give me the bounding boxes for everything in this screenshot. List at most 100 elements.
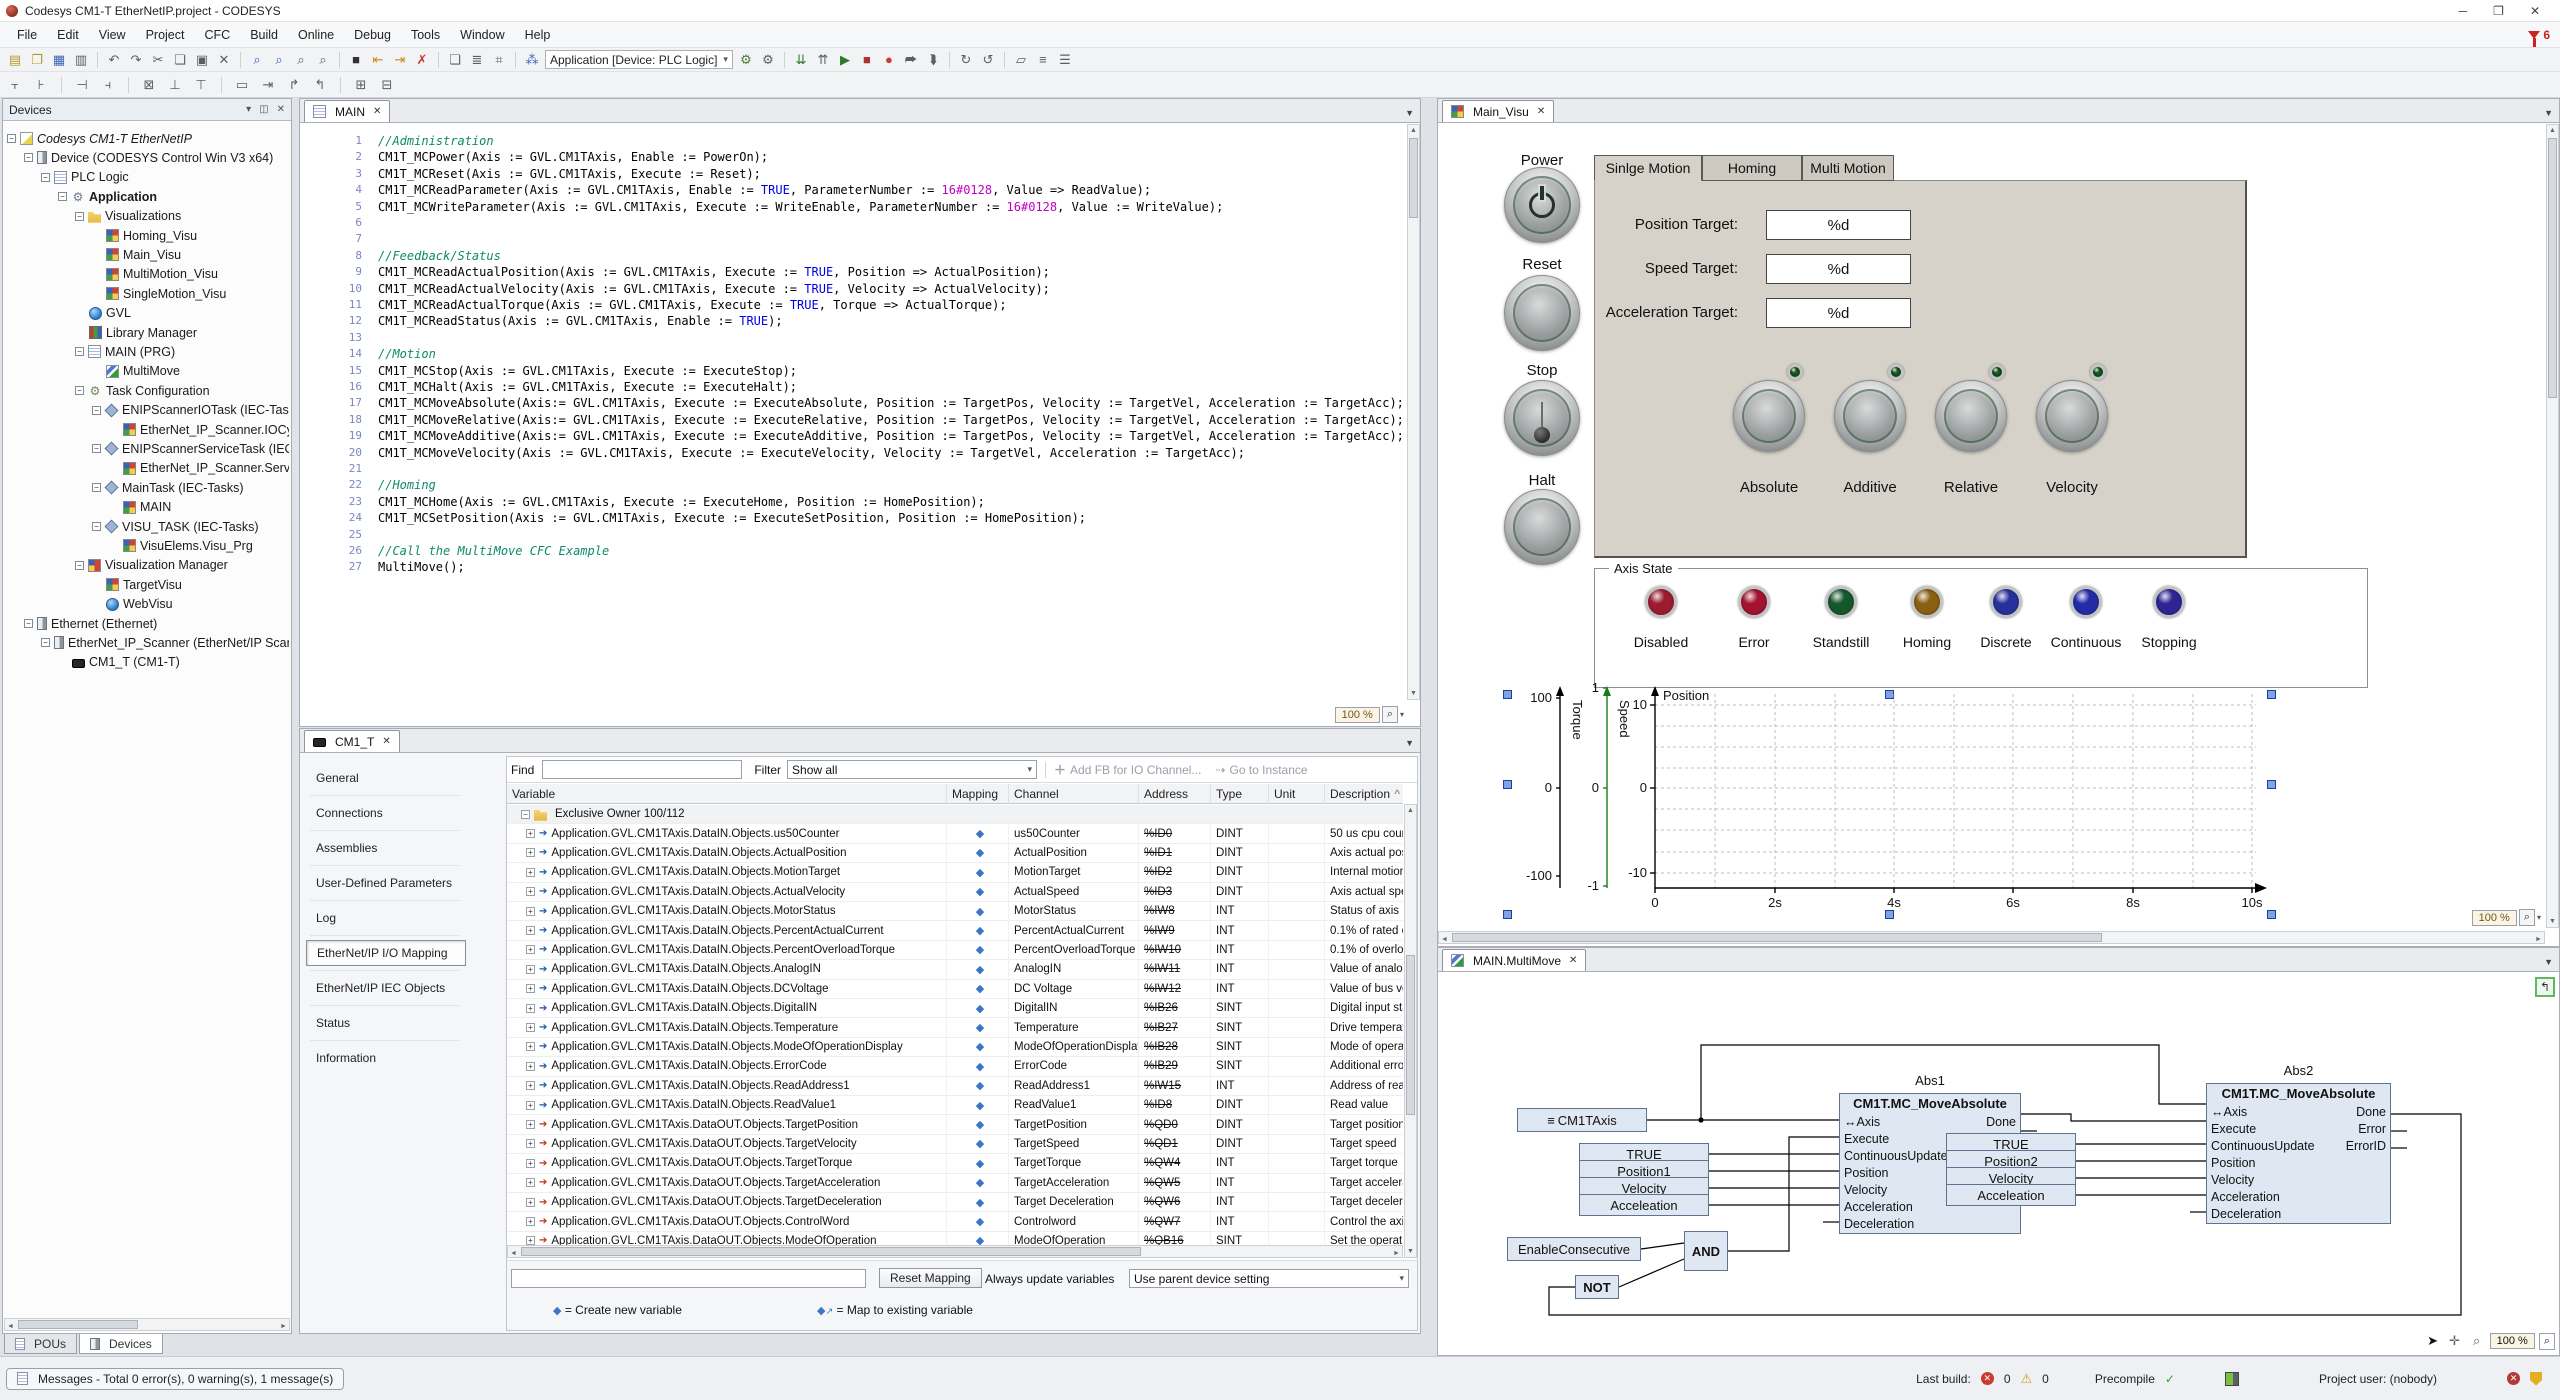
visu-v-scrollbar[interactable]: ▲ ▼ (2546, 124, 2559, 928)
find-all-icon[interactable]: ⌕ (292, 52, 310, 68)
menu-online[interactable]: Online (289, 24, 343, 46)
tree-item-codesys-cm1-t-ethernetip[interactable]: −Codesys CM1-T EtherNetIP (3, 129, 289, 148)
sidebar-tab-assemblies[interactable]: Assemblies (306, 835, 466, 861)
pin-abs2-error[interactable]: Error (2358, 1122, 2386, 1136)
tab-main-visu[interactable]: Main_Visu ✕ (1442, 100, 1554, 122)
sidebar-tab-status[interactable]: Status (306, 1010, 466, 1036)
visu-zoom-control[interactable]: 100 %⌕▾ (2472, 909, 2541, 926)
menu-tools[interactable]: Tools (402, 24, 449, 46)
cfc-block-abs2[interactable]: CM1T.MC_MoveAbsolute↔AxisExecuteContinuo… (2206, 1083, 2391, 1224)
additive-move-button[interactable] (1834, 380, 1906, 452)
cfc-instance-name-abs1[interactable]: Abs1 (1839, 1073, 2021, 1088)
tree-item-ethernet-ip-scanner-ethernet-ip-scanner[interactable]: −EtherNet_IP_Scanner (EtherNet/IP Scanne… (3, 633, 289, 652)
devices-h-scrollbar[interactable]: ◄ ► (4, 1318, 290, 1331)
dock-tab-devices[interactable]: Devices (79, 1334, 163, 1354)
collapse-icon[interactable]: ≡ (1034, 52, 1052, 67)
tree-item-ethernet-ip-scanner-servicecycle[interactable]: EtherNet_IP_Scanner.ServiceCycle (3, 459, 289, 478)
column-header-mapping[interactable]: Mapping (947, 784, 1009, 804)
tab-cm1t[interactable]: CM1_T ✕ (304, 730, 400, 752)
io-mapping-table[interactable]: VariableMappingChannelAddressTypeUnitDes… (507, 784, 1403, 1258)
pin-abs2-continuousupdate[interactable]: ContinuousUpdate (2211, 1139, 2315, 1153)
en-eno-icon[interactable]: ⊞ (352, 77, 370, 93)
redo-icon[interactable]: ↷ (127, 52, 145, 68)
tree-item-homing-visu[interactable]: Homing_Visu (3, 226, 289, 245)
pin-abs2-axis[interactable]: ↔Axis (2211, 1105, 2247, 1119)
filter-dropdown[interactable]: Show all▾ (787, 760, 1037, 779)
sidebar-tab-information[interactable]: Information (306, 1045, 466, 1071)
menu-window[interactable]: Window (451, 24, 513, 46)
motion-tab-multi-motion[interactable]: Multi Motion (1802, 155, 1894, 181)
filter-notification-icon[interactable] (2528, 31, 2540, 39)
devices-panel-header[interactable]: Devices ▾◫✕ (3, 99, 291, 121)
column-header-type[interactable]: Type (1211, 784, 1269, 804)
halt-button[interactable] (1504, 489, 1580, 565)
menu-cfc[interactable]: CFC (195, 24, 239, 46)
tree-item-targetvisu[interactable]: TargetVisu (3, 575, 289, 594)
field-input-position-target-[interactable]: %d (1766, 210, 1911, 240)
mapping-row-percentoverloadtorque[interactable]: +➔Application.GVL.CM1TAxis.DataIN.Object… (507, 941, 1403, 960)
mapping-row-errorcode[interactable]: +➔Application.GVL.CM1TAxis.DataIN.Object… (507, 1057, 1403, 1076)
mapping-row-targetacceleration[interactable]: +➔Application.GVL.CM1TAxis.DataOUT.Objec… (507, 1174, 1403, 1193)
stop-run-icon[interactable]: ■ (858, 52, 876, 67)
menu-help[interactable]: Help (516, 24, 560, 46)
delete-icon[interactable]: ✕ (215, 52, 233, 68)
dock-icon[interactable]: ◫ (259, 104, 268, 115)
clear-bookmarks-icon[interactable]: ✗ (413, 52, 431, 68)
cfc-zoom-level[interactable]: 100 % (2490, 1333, 2535, 1349)
magnifier-icon[interactable]: ⌕ (2468, 1333, 2486, 1349)
sidebar-tab-ethernet-ip-i-o-mapping[interactable]: EtherNet/IP I/O Mapping (306, 940, 466, 966)
edit-object-icon[interactable]: ▱ (1012, 52, 1030, 68)
absolute-move-button[interactable] (1733, 380, 1805, 452)
reset-button[interactable] (1504, 275, 1580, 351)
tree-item-ethernet-ip-scanner-iocycle[interactable]: EtherNet_IP_Scanner.IOCycle (3, 420, 289, 439)
mapping-v-scrollbar[interactable]: ▲ ▼ (1404, 804, 1417, 1258)
go-to-instance-button[interactable]: ⇢Go to Instance (1215, 763, 1307, 777)
mapping-h-scrollbar[interactable]: ◄ ► (507, 1245, 1403, 1258)
branch-icon[interactable]: ⊦ (32, 77, 50, 93)
column-header-unit[interactable]: Unit (1269, 784, 1325, 804)
pin-abs1-acceleration[interactable]: Acceleration (1844, 1200, 1913, 1214)
mapping-row-temperature[interactable]: +➔Application.GVL.CM1TAxis.DataIN.Object… (507, 1018, 1403, 1037)
tab-close-icon[interactable]: ✕ (1537, 106, 1545, 117)
cross-ref-icon[interactable]: ⌗ (490, 52, 508, 68)
tab-list-dropdown-icon[interactable]: ▼ (1405, 738, 1420, 752)
field-input-speed-target-[interactable]: %d (1766, 254, 1911, 284)
pin-abs2-done[interactable]: Done (2356, 1105, 2386, 1119)
relative-move-button[interactable] (1935, 380, 2007, 452)
mapping-row-targetposition[interactable]: +➔Application.GVL.CM1TAxis.DataOUT.Objec… (507, 1115, 1403, 1134)
tab-list-dropdown-icon[interactable]: ▼ (2544, 108, 2559, 122)
sidebar-tab-log[interactable]: Log (306, 905, 466, 931)
jump-icon[interactable]: ↱ (285, 77, 303, 93)
input-icon[interactable]: ⇥ (259, 77, 277, 93)
contact-icon[interactable]: ⫞ (99, 77, 117, 93)
pin-abs2-position[interactable]: Position (2211, 1156, 2255, 1170)
bookmark-next-icon[interactable]: ⇥ (391, 52, 409, 68)
cfc-input-abs2-acceleation[interactable]: Acceleation (1946, 1184, 2076, 1206)
undo-icon[interactable]: ↶ (105, 52, 123, 68)
column-header-channel[interactable]: Channel (1009, 784, 1139, 804)
find-input[interactable] (542, 760, 742, 779)
tree-item-library-manager[interactable]: Library Manager (3, 323, 289, 342)
add-fb-button[interactable]: ＋Add FB for IO Channel... (1054, 761, 1201, 778)
pan-icon[interactable]: ✛ (2446, 1333, 2464, 1349)
tab-close-icon[interactable]: ✕ (1569, 955, 1577, 966)
cfc-instance-name-abs2[interactable]: Abs2 (2206, 1063, 2391, 1078)
box-icon[interactable]: ▭ (233, 77, 251, 93)
mapping-row-controlword[interactable]: +➔Application.GVL.CM1TAxis.DataOUT.Objec… (507, 1212, 1403, 1231)
mapping-row-actualposition[interactable]: +➔Application.GVL.CM1TAxis.DataIN.Object… (507, 844, 1403, 863)
pin-abs1-axis[interactable]: ↔Axis (1844, 1115, 1880, 1129)
column-header-variable[interactable]: Variable (507, 784, 947, 804)
column-header-description[interactable]: Description ^ (1325, 784, 1403, 804)
pin-abs1-velocity[interactable]: Velocity (1844, 1183, 1887, 1197)
messages-status[interactable]: Messages - Total 0 error(s), 0 warning(s… (6, 1368, 344, 1390)
tab-list-dropdown-icon[interactable]: ▼ (1405, 108, 1420, 122)
tree-item-visuelems-visu-prg[interactable]: VisuElems.Visu_Prg (3, 536, 289, 555)
mapping-row-targetspeed[interactable]: +➔Application.GVL.CM1TAxis.DataOUT.Objec… (507, 1135, 1403, 1154)
breakpoint-icon[interactable]: ● (880, 52, 898, 67)
paste-icon[interactable]: ▣ (193, 52, 211, 68)
cfc-input-cm1taxis[interactable]: ≡CM1TAxis (1517, 1108, 1647, 1132)
tree-item-task-configuration[interactable]: −⚙Task Configuration (3, 381, 289, 400)
motion-tab-sinlge-motion[interactable]: Sinlge Motion (1594, 155, 1702, 181)
cut-icon[interactable]: ✂ (149, 52, 167, 68)
tree-item-ethernet-ethernet[interactable]: −Ethernet (Ethernet) (3, 614, 289, 633)
